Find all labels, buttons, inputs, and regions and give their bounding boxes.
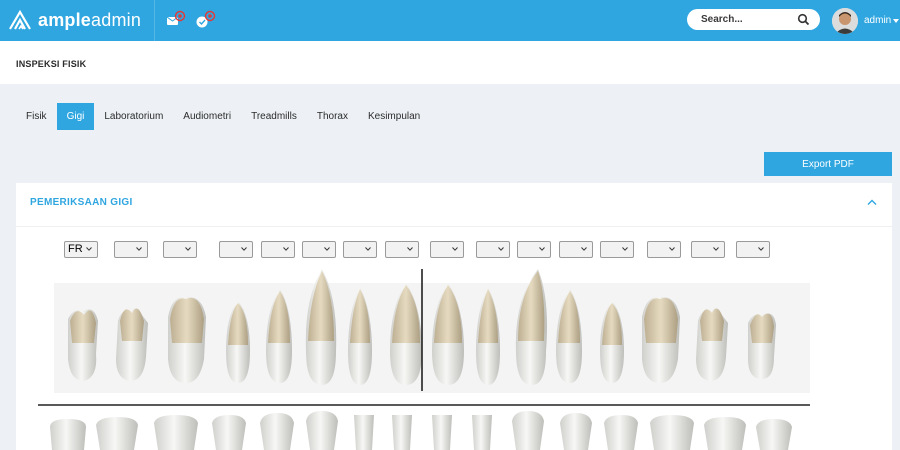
tab-gigi[interactable]: Gigi xyxy=(56,103,95,130)
tooth-status-select[interactable]: FR xyxy=(64,241,98,258)
tab-thorax[interactable]: Thorax xyxy=(307,103,358,130)
chevron-down-icon xyxy=(241,247,247,251)
collapse-chevron-up-icon[interactable] xyxy=(866,198,878,206)
tooth-status-select[interactable] xyxy=(517,241,551,258)
tasks-notification-icon[interactable] xyxy=(194,9,220,31)
tooth-status-select[interactable] xyxy=(219,241,253,258)
logo-text: ampleadmin xyxy=(38,9,142,30)
chevron-down-icon xyxy=(713,247,719,251)
tab-fisik[interactable]: Fisik xyxy=(16,103,57,130)
tooth-status-select[interactable] xyxy=(476,241,510,258)
page-title: INSPEKSI FISIK xyxy=(16,59,87,69)
chevron-down-icon xyxy=(669,247,675,251)
tab-laboratorium[interactable]: Laboratorium xyxy=(94,103,173,130)
user-avatar[interactable] xyxy=(832,8,858,34)
exam-tabs: Fisik Gigi Laboratorium Audiometri Tread… xyxy=(16,103,430,130)
tab-treadmills[interactable]: Treadmills xyxy=(241,103,307,130)
user-photo-icon xyxy=(832,8,858,34)
tooth-status-select[interactable] xyxy=(343,241,377,258)
chevron-down-icon xyxy=(498,247,504,251)
search-input[interactable] xyxy=(701,12,791,27)
chevron-down-icon xyxy=(324,247,330,251)
chevron-down-icon xyxy=(407,247,413,251)
search-box xyxy=(687,9,820,30)
tooth-status-select[interactable] xyxy=(559,241,593,258)
tab-audiometri[interactable]: Audiometri xyxy=(173,103,241,130)
tooth-status-select[interactable] xyxy=(302,241,336,258)
chevron-down-icon xyxy=(185,247,191,251)
export-pdf-button[interactable]: Export PDF xyxy=(764,152,892,176)
brand-logo[interactable]: ampleadmin xyxy=(8,9,141,31)
search-icon[interactable] xyxy=(797,13,810,26)
chevron-down-icon xyxy=(581,247,587,251)
tab-kesimpulan[interactable]: Kesimpulan xyxy=(358,103,430,130)
tooth-status-select[interactable] xyxy=(114,241,148,258)
tooth-status-select[interactable] xyxy=(691,241,725,258)
chevron-down-icon xyxy=(452,247,458,251)
page-title-bar: INSPEKSI FISIK xyxy=(0,41,900,84)
section-title: PEMERIKSAAN GIGI xyxy=(30,197,133,208)
chevron-down-icon xyxy=(86,247,92,251)
chevron-down-icon xyxy=(539,247,545,251)
tooth-status-select[interactable] xyxy=(600,241,634,258)
odontogram-image xyxy=(38,259,810,450)
tooth-status-select[interactable] xyxy=(385,241,419,258)
tooth-status-select[interactable] xyxy=(736,241,770,258)
chevron-down-icon xyxy=(758,247,764,251)
chevron-down-icon xyxy=(365,247,371,251)
user-menu-caret-icon[interactable] xyxy=(893,19,899,23)
logo-icon xyxy=(9,10,31,30)
user-name[interactable]: admin xyxy=(864,15,891,26)
navbar-divider xyxy=(154,0,155,41)
tooth-status-select[interactable] xyxy=(430,241,464,258)
tooth-status-select[interactable] xyxy=(647,241,681,258)
chevron-down-icon xyxy=(622,247,628,251)
tooth-status-value: FR xyxy=(68,243,83,255)
section-divider xyxy=(16,226,892,227)
tooth-status-select[interactable] xyxy=(163,241,197,258)
mail-notification-icon[interactable] xyxy=(165,9,191,31)
dental-exam-card: PEMERIKSAAN GIGI FR181716151413121121222… xyxy=(16,183,892,450)
top-navbar: ampleadmin admin xyxy=(0,0,900,41)
tooth-status-select[interactable] xyxy=(261,241,295,258)
chevron-down-icon xyxy=(283,247,289,251)
chevron-down-icon xyxy=(136,247,142,251)
